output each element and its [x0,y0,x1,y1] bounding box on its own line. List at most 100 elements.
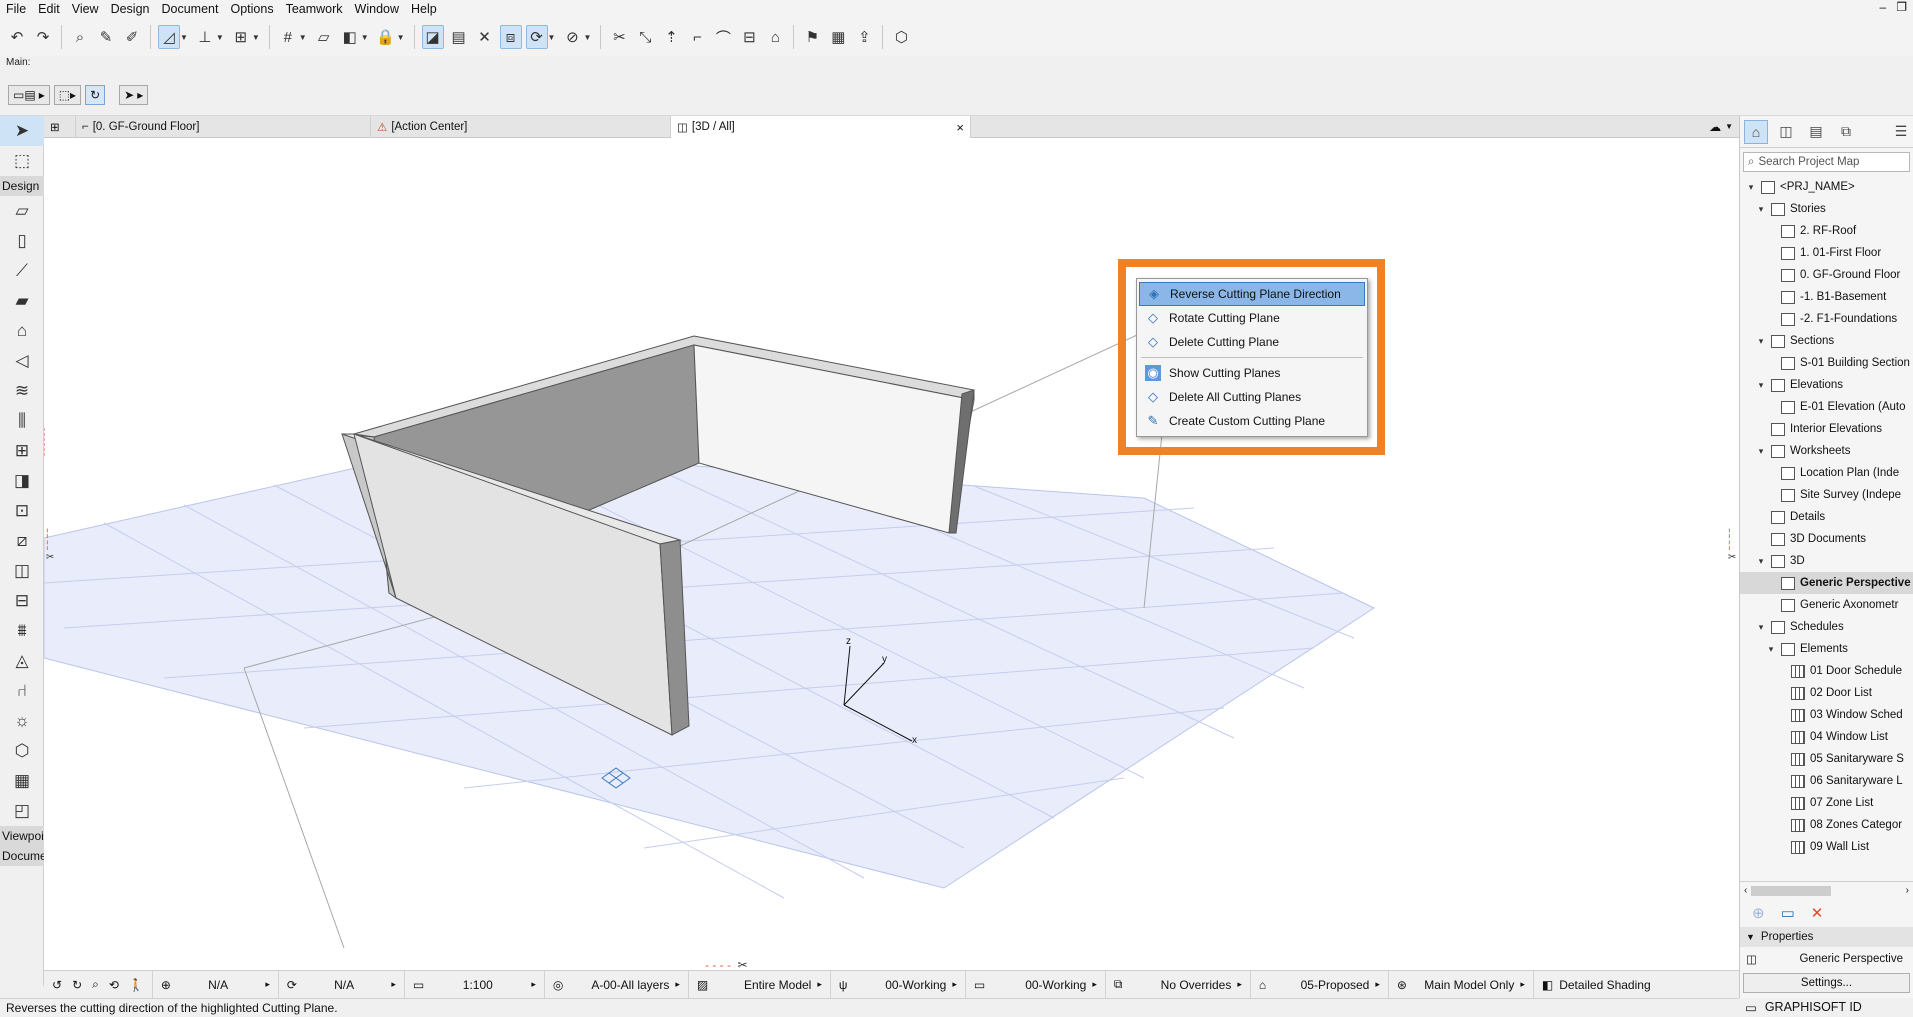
close-icon[interactable]: × [956,120,964,135]
settings-button[interactable]: Settings... [1743,973,1910,993]
project-map-search[interactable]: ⌕ Search Project Map [1743,152,1910,172]
zoom-field-2[interactable]: ⟳ N/A ▸ [279,970,405,999]
chevron-down-icon[interactable]: ▼ [1725,122,1733,131]
design-section-label[interactable]: Design [0,176,44,196]
tab-ground-floor[interactable]: ⌐ [0. GF-Ground Floor] [76,116,371,138]
menu-options[interactable]: Options [224,0,279,18]
adjust-icon[interactable]: ⤡ [634,25,656,49]
tree-item[interactable]: 01 Door Schedule [1740,660,1913,682]
slab-tool[interactable]: ▰ [0,286,44,316]
chevron-down-icon[interactable]: ▾ [1756,622,1766,633]
railing-tool[interactable]: ⫼ [0,406,44,436]
chevron-down-icon[interactable]: ▼ [216,33,224,42]
tree-item[interactable]: S-01 Building Section [1740,352,1913,374]
3d-orbit-icon[interactable]: ⟳ [525,25,548,49]
chevron-down-icon[interactable]: ▼ [180,33,188,42]
schedule-icon[interactable]: ▦ [827,25,849,49]
tree-item[interactable]: Site Survey (Indepe [1740,484,1913,506]
menu-help[interactable]: Help [405,0,443,18]
orbit-icon[interactable]: ⟲ [109,978,119,992]
tree-item[interactable]: ▾ <PRJ_NAME> [1740,176,1913,198]
curtain-wall-tool[interactable]: ⊞ [0,436,44,466]
chevron-down-icon[interactable]: ▼ [397,33,405,42]
tree-item[interactable]: 0. GF-Ground Floor [1740,264,1913,286]
menu-window[interactable]: Window [349,0,405,18]
3d-measure-icon[interactable]: ▤ [448,25,470,49]
restore-icon[interactable]: ❐ [1896,0,1907,14]
tree-item[interactable]: 09 Wall List [1740,836,1913,858]
grid-tool[interactable]: ▦ [0,766,44,796]
settings-icon[interactable]: ▭ [1781,904,1795,922]
layer-icon[interactable]: ◧ [339,25,361,49]
layer-combination-dropdown[interactable]: ◎ A-00-All layers ▸ [545,970,689,999]
column-tool[interactable]: ▯ [0,226,44,256]
menu-item-create-custom-cutting-plane[interactable]: ✎ Create Custom Cutting Plane [1139,409,1365,433]
offset-icon[interactable]: ⌐ [686,25,708,49]
marquee-tool[interactable]: ⬚ [0,146,44,176]
tree-item[interactable]: Interior Elevations [1740,418,1913,440]
bimx-icon[interactable]: ⬡ [890,25,912,49]
chevron-down-icon[interactable]: ▾ [1746,182,1756,193]
redo-icon[interactable]: ↷ [32,25,54,49]
add-icon[interactable]: ⊕ [1752,904,1765,922]
menu-item-delete-all-cutting-planes[interactable]: ◇ Delete All Cutting Planes [1139,385,1365,409]
tree-item[interactable]: 3D Documents [1740,528,1913,550]
elevate-icon[interactable]: ⇡ [660,25,682,49]
model-view-options-dropdown[interactable]: ▭ 00-Working ▸ [966,970,1106,999]
chevron-down-icon[interactable]: ▾ [1756,380,1766,391]
stair-tool[interactable]: ≋ [0,376,44,406]
chevron-right-icon[interactable]: › [1906,885,1909,896]
menu-teamwork[interactable]: Teamwork [280,0,349,18]
morph-tool[interactable]: ◬ [0,646,44,676]
flag-icon[interactable]: ⚑ [801,25,823,49]
mesh-tool[interactable]: ⩩ [0,616,44,646]
delete-icon[interactable]: ✕ [1811,904,1824,922]
view-options-icon[interactable]: ☁ [1709,120,1721,134]
relative-construction-icon[interactable]: ⊞ [230,25,252,49]
tree-item[interactable]: 03 Window Sched [1740,704,1913,726]
snap-guides-icon[interactable]: ⊥ [194,25,216,49]
beam-tool[interactable]: ⟋ [0,256,44,286]
scale-dropdown[interactable]: ▭ 1:100 ▸ [405,970,545,999]
tree-item[interactable]: ▾ Elements [1740,638,1913,660]
corner-window-tool[interactable]: ⊟ [0,586,44,616]
view-map-icon[interactable]: ◫ [1774,120,1798,144]
rotate-view-icon[interactable]: ↺ [52,978,62,992]
roof-tool[interactable]: ⌂ [0,316,44,346]
lock-icon[interactable]: 🔒 [375,25,397,49]
redo-view-icon[interactable]: ↻ [72,978,82,992]
chevron-down-icon[interactable]: ▼ [361,33,369,42]
zoom-field-1[interactable]: ⊕ N/A ▸ [153,970,279,999]
filter-icon[interactable]: ⊘ [561,25,583,49]
menu-icon[interactable]: ☰ [1889,120,1913,144]
chevron-down-icon[interactable]: ▼ [299,33,307,42]
structural-display-dropdown[interactable]: ⊛ Main Model Only ▸ [1389,970,1534,999]
wall-end-tool[interactable]: ◫ [0,556,44,586]
cutting-plane-handle-bottom[interactable]: - - - - ✂ [705,958,748,970]
orbit-mode-button[interactable]: ↻ [85,84,106,105]
undo-icon[interactable]: ↶ [6,25,28,49]
tab-3d-all[interactable]: ◫ [3D / All] × [671,116,971,138]
zoom-icon[interactable]: ⌕ [92,977,99,992]
3d-window-toggle-icon[interactable]: ⧈ [499,25,522,49]
menu-item-delete-cutting-plane[interactable]: ◇ Delete Cutting Plane [1139,330,1365,354]
find-select-icon[interactable]: ⌕ [69,25,91,49]
menu-item-show-cutting-planes[interactable]: ◉ Show Cutting Planes [1139,361,1365,385]
window-tool[interactable]: ⊡ [0,496,44,526]
grid-snap-icon[interactable]: # [277,25,299,49]
menu-item-reverse-cutting-plane[interactable]: ◈ Reverse Cutting Plane Direction [1139,282,1365,306]
tree-item[interactable]: 08 Zones Categor [1740,814,1913,836]
zone-tool[interactable]: ⬡ [0,736,44,766]
section-tool[interactable]: ◰ [0,796,44,826]
tree-item[interactable]: ▾ Worksheets [1740,440,1913,462]
wall-tool[interactable]: ▱ [0,196,44,226]
inject-icon[interactable]: ✐ [121,25,143,49]
tree-item[interactable]: 1. 01-First Floor [1740,242,1913,264]
arrow-tool-button[interactable]: ➤ ▸ [119,84,149,105]
tree-item[interactable]: 07 Zone List [1740,792,1913,814]
split-icon[interactable]: ⊟ [738,25,760,49]
graphisoft-id[interactable]: ▭ GRAPHISOFT ID [1739,998,1913,1016]
fillet-icon[interactable]: ⌒ [712,25,734,49]
project-map-icon[interactable]: ⌂ [1744,119,1768,144]
menu-file[interactable]: File [0,0,32,18]
